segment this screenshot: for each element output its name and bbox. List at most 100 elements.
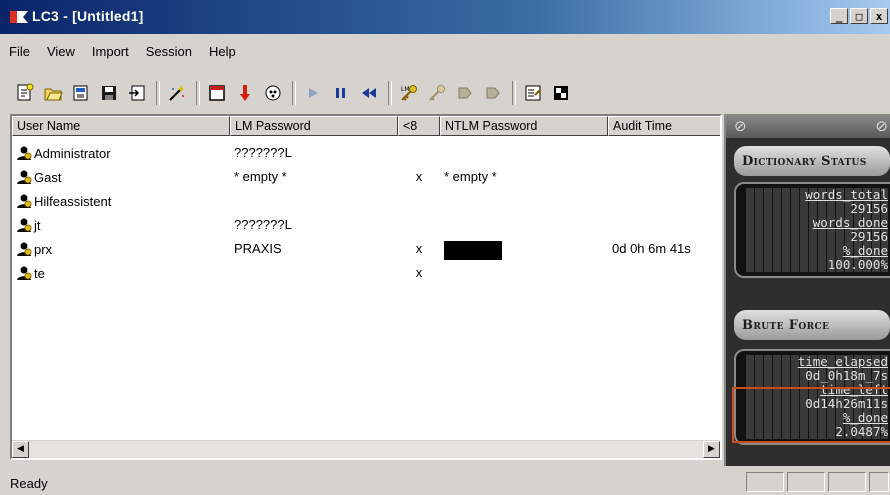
toolbar: LM bbox=[12, 78, 576, 108]
table-row[interactable]: Administrator ???????L bbox=[12, 142, 720, 166]
dictionary-status-display: words_total 29156 words_done 29156 %_don… bbox=[734, 182, 890, 278]
audit-time bbox=[608, 262, 720, 286]
menu-view[interactable]: View bbox=[38, 42, 83, 64]
ntlm-password bbox=[440, 214, 608, 238]
play-icon[interactable] bbox=[300, 80, 326, 106]
ntlm-password bbox=[440, 262, 608, 286]
words-total-label: words_total bbox=[746, 188, 888, 202]
window-icon[interactable] bbox=[204, 80, 230, 106]
export-icon[interactable] bbox=[124, 80, 150, 106]
user-name: Hilfeassistent bbox=[34, 194, 112, 209]
lt8-flag bbox=[398, 214, 440, 238]
menu-session[interactable]: Session bbox=[137, 42, 200, 64]
lm-password: PRAXIS bbox=[234, 241, 282, 256]
status-panel bbox=[787, 472, 825, 492]
time-left-highlight bbox=[732, 387, 890, 443]
pause-icon[interactable] bbox=[328, 80, 354, 106]
minimize-button[interactable]: _ bbox=[830, 8, 848, 24]
scroll-right-icon[interactable]: ▶ bbox=[703, 441, 720, 458]
audit-time: 0d 0h 6m 41s bbox=[612, 241, 691, 256]
key-icon[interactable]: LM bbox=[396, 80, 422, 106]
dictionary-status-title: Dictionary Status bbox=[734, 146, 890, 176]
title-bar[interactable]: LC3 - [Untitled1] _ □ x bbox=[0, 0, 890, 34]
scroll-left-icon[interactable]: ◀ bbox=[12, 441, 29, 458]
close-button[interactable]: x bbox=[870, 8, 888, 24]
time-elapsed-value: 0d_0h18m_7s bbox=[746, 369, 888, 383]
download-icon[interactable] bbox=[232, 80, 258, 106]
options-icon[interactable] bbox=[548, 80, 574, 106]
hash2-icon[interactable] bbox=[480, 80, 506, 106]
lm-password: ???????L bbox=[234, 217, 292, 232]
ntlm-password bbox=[440, 142, 608, 166]
lt8-flag bbox=[398, 142, 440, 166]
wizard-icon[interactable] bbox=[164, 80, 190, 106]
menu-help[interactable]: Help bbox=[200, 42, 244, 64]
table-row[interactable]: prx PRAXIS x 0d 0h 6m 41s bbox=[12, 238, 720, 262]
time-elapsed-label: time_elapsed bbox=[746, 355, 888, 369]
maximize-button[interactable]: □ bbox=[850, 8, 868, 24]
user-name: te bbox=[34, 266, 45, 281]
toolbar-separator bbox=[388, 81, 392, 105]
key2-icon[interactable] bbox=[424, 80, 450, 106]
toolbar-separator bbox=[512, 81, 516, 105]
words-done-label: words_done bbox=[746, 216, 888, 230]
ntlm-password bbox=[440, 190, 608, 214]
table-row[interactable]: jt ???????L bbox=[12, 214, 720, 238]
lt8-flag: x bbox=[415, 265, 423, 280]
audit-time bbox=[608, 214, 720, 238]
user-name: prx bbox=[34, 242, 53, 257]
menu-import[interactable]: Import bbox=[83, 42, 137, 64]
panel-header: ⊘ ⊘ bbox=[726, 114, 890, 138]
lm-password: * empty * bbox=[234, 169, 287, 184]
save-icon[interactable] bbox=[96, 80, 122, 106]
lt8-flag: x bbox=[415, 169, 423, 184]
properties-icon[interactable] bbox=[520, 80, 546, 106]
status-side-panel: ⊘ ⊘ Dictionary Status words_total 29156 … bbox=[724, 114, 890, 466]
svg-text:LM: LM bbox=[401, 86, 410, 93]
menu-file[interactable]: File bbox=[0, 42, 38, 64]
table-row[interactable]: Gast * empty * x * empty * bbox=[12, 166, 720, 190]
status-panel bbox=[828, 472, 866, 492]
user-icon bbox=[17, 266, 32, 280]
redacted-ntlm-password bbox=[444, 241, 502, 260]
user-name: jt bbox=[34, 218, 41, 233]
user-icon bbox=[17, 194, 32, 208]
user-icon bbox=[17, 146, 32, 160]
user-list[interactable]: User Name LM Password <8 NTLM Password A… bbox=[10, 114, 722, 460]
toolbar-separator bbox=[196, 81, 200, 105]
import-icon[interactable] bbox=[68, 80, 94, 106]
column-header-audit-time[interactable]: Audit Time bbox=[608, 116, 720, 136]
table-row[interactable]: Hilfeassistent bbox=[12, 190, 720, 214]
panel-mark-icon: ⊘ bbox=[734, 117, 747, 135]
brute-force-title: Brute Force bbox=[734, 310, 890, 340]
words-done-value: 29156 bbox=[746, 230, 888, 244]
rewind-icon[interactable] bbox=[356, 80, 382, 106]
column-header-user-name[interactable]: User Name bbox=[12, 116, 230, 136]
audit-time bbox=[608, 166, 720, 190]
column-header-lt8[interactable]: <8 bbox=[398, 116, 440, 136]
column-header-ntlm-password[interactable]: NTLM Password bbox=[440, 116, 608, 136]
words-total-value: 29156 bbox=[746, 202, 888, 216]
new-session-icon[interactable] bbox=[12, 80, 38, 106]
lm-password bbox=[230, 262, 398, 286]
window-title: LC3 - [Untitled1] bbox=[32, 8, 144, 24]
lm-password: ???????L bbox=[234, 145, 292, 160]
audit-time bbox=[608, 190, 720, 214]
panel-mark-icon: ⊘ bbox=[875, 117, 888, 135]
dict-pct-label: %_done bbox=[746, 244, 888, 258]
user-name: Administrator bbox=[34, 146, 111, 161]
resize-grip[interactable] bbox=[869, 472, 889, 492]
horizontal-scrollbar[interactable]: ◀ ▶ bbox=[12, 440, 720, 458]
dump-icon[interactable] bbox=[260, 80, 286, 106]
column-header-lm-password[interactable]: LM Password bbox=[230, 116, 398, 136]
hash-icon[interactable] bbox=[452, 80, 478, 106]
table-row[interactable]: te x bbox=[12, 262, 720, 286]
toolbar-separator bbox=[156, 81, 160, 105]
open-icon[interactable] bbox=[40, 80, 66, 106]
dict-pct-value: 100.000% bbox=[746, 258, 888, 272]
menu-bar: File View Import Session Help bbox=[0, 42, 244, 64]
lt8-flag bbox=[398, 190, 440, 214]
ntlm-password: * empty * bbox=[444, 169, 497, 184]
lt8-flag: x bbox=[415, 241, 423, 256]
audit-time bbox=[608, 142, 720, 166]
